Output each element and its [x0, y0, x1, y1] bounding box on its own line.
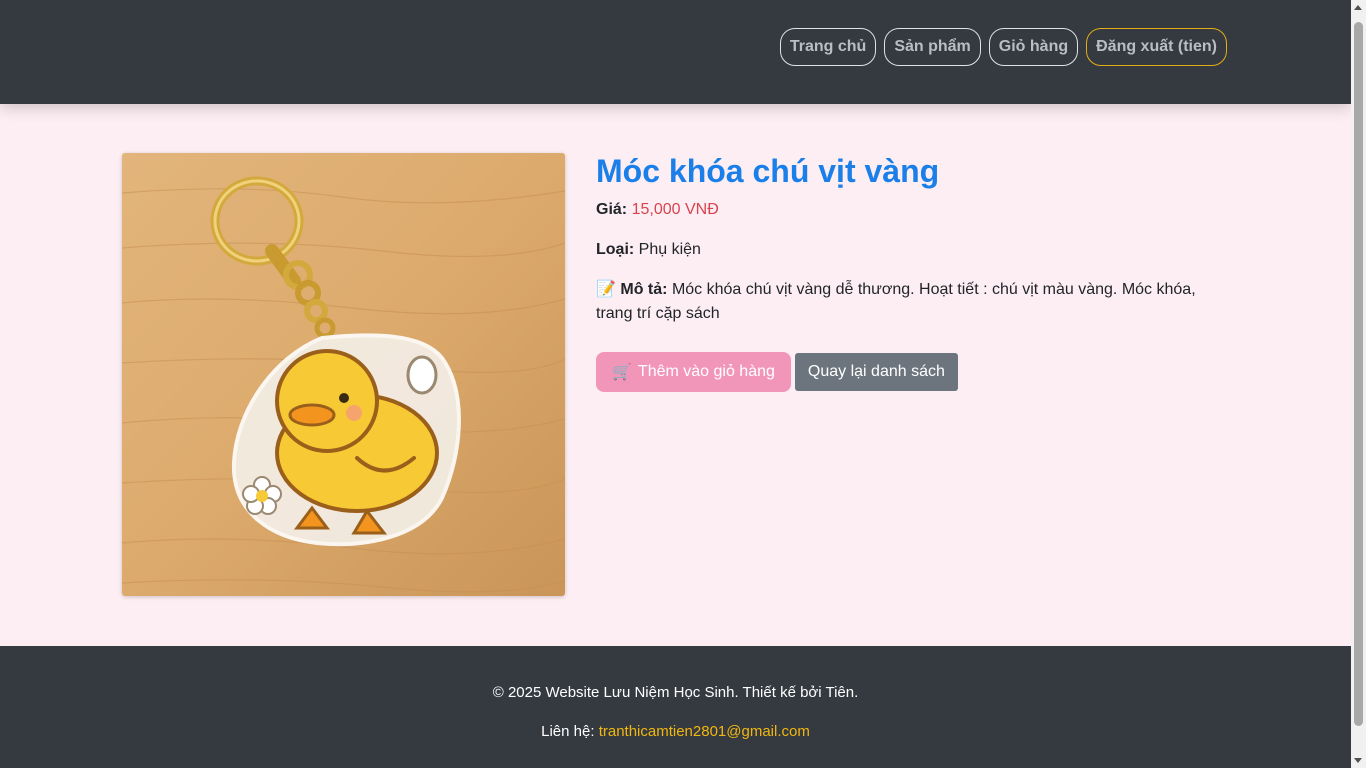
cart-icon: 🛒: [612, 364, 632, 381]
category-row: Loại: Phụ kiện: [596, 238, 1216, 262]
add-to-cart-label: Thêm vào giỏ hàng: [637, 363, 775, 380]
category-value: Phụ kiện: [638, 241, 701, 258]
product-info: Móc khóa chú vịt vàng Giá: 15,000 VNĐ Lo…: [596, 152, 1216, 392]
footer-copyright: © 2025 Website Lưu Niệm Học Sinh. Thiết …: [492, 684, 859, 701]
vertical-scrollbar[interactable]: [1351, 0, 1366, 768]
scrollbar-thumb[interactable]: [1354, 22, 1363, 726]
footer: © 2025 Website Lưu Niệm Học Sinh. Thiết …: [0, 646, 1351, 768]
contact-email-link[interactable]: tranthicamtien2801@gmail.com: [599, 723, 810, 740]
category-label: Loại:: [596, 241, 635, 258]
duck-keychain-image: [122, 153, 565, 596]
description-text: Móc khóa chú vịt vàng dễ thương. Hoạt ti…: [596, 281, 1196, 322]
action-buttons: 🛒 Thêm vào giỏ hàng Quay lại danh sách: [596, 352, 1216, 392]
product-title: Móc khóa chú vịt vàng: [596, 153, 940, 189]
page: Trang chủ Sản phẩm Giỏ hàng Đăng xuất (t…: [0, 0, 1351, 768]
price-label: Giá:: [596, 201, 628, 218]
nav-logout-button[interactable]: Đăng xuất (tien): [1086, 28, 1227, 66]
main-nav: Trang chủ Sản phẩm Giỏ hàng Đăng xuất (t…: [779, 28, 1227, 66]
back-to-list-button[interactable]: Quay lại danh sách: [794, 353, 958, 391]
price-value: 15,000 VNĐ: [631, 201, 719, 218]
memo-icon: 📝: [596, 281, 616, 298]
description-label: Mô tả:: [620, 281, 668, 298]
description-row: 📝 Mô tả: Móc khóa chú vịt vàng dễ thương…: [596, 278, 1216, 326]
price-row: Giá: 15,000 VNĐ: [596, 198, 1216, 222]
header: Trang chủ Sản phẩm Giỏ hàng Đăng xuất (t…: [0, 0, 1351, 104]
scroll-up-arrow-icon[interactable]: [1354, 5, 1362, 10]
nav-home-button[interactable]: Trang chủ: [779, 28, 877, 66]
product-image: [122, 153, 565, 596]
contact-label: Liên hệ:: [541, 723, 595, 740]
scroll-down-arrow-icon[interactable]: [1354, 758, 1362, 763]
footer-contact: Liên hệ: tranthicamtien2801@gmail.com: [0, 723, 1351, 740]
nav-cart-button[interactable]: Giỏ hàng: [988, 28, 1079, 66]
add-to-cart-button[interactable]: 🛒 Thêm vào giỏ hàng: [596, 352, 791, 392]
nav-products-button[interactable]: Sản phẩm: [884, 28, 981, 66]
